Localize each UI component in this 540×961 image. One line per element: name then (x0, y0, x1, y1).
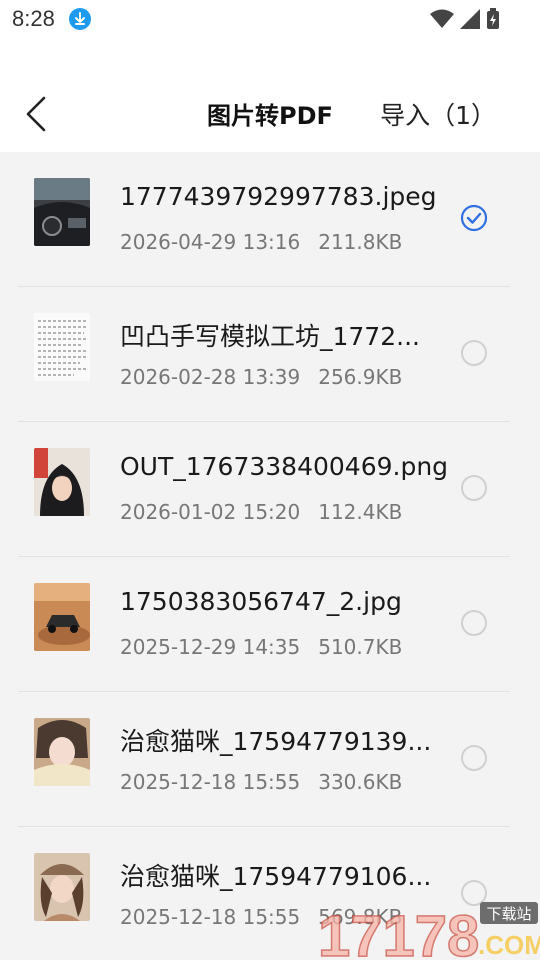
file-name: 1750383056747_2.jpg (120, 587, 402, 616)
wifi-icon (430, 9, 454, 28)
file-row[interactable]: OUT_1767338400469.png 2026-01-02 15:20 11… (18, 422, 510, 557)
checked-circle-icon[interactable] (460, 204, 488, 232)
header: 图片转PDF 导入（1） (0, 40, 540, 152)
file-date: 2026-04-29 13:16 (120, 230, 301, 254)
unchecked-circle-icon[interactable] (460, 474, 488, 502)
file-row[interactable]: 治愈猫咪_17594779139... 2025-12-18 15:55 330.… (18, 692, 510, 827)
watermark-number: 17178 (318, 904, 479, 960)
page-title-text: 图片转PDF (207, 102, 333, 130)
file-meta: 2025-12-29 14:35 510.7KB (120, 635, 402, 659)
unchecked-circle-icon[interactable] (460, 339, 488, 367)
file-row[interactable]: 凹凸手写模拟工坊_1772... 2026-02-28 13:39 256.9KB (18, 287, 510, 422)
file-size: 510.7KB (318, 635, 403, 659)
file-thumbnail (34, 718, 90, 786)
file-name: 治愈猫咪_17594779106... (120, 862, 432, 891)
car-interior-image (34, 178, 90, 246)
file-date: 2026-01-02 15:20 (120, 500, 301, 524)
offroad-car-image (34, 583, 90, 651)
portrait-scarf-image (34, 718, 90, 786)
file-date: 2025-12-29 14:35 (120, 635, 301, 659)
file-size: 211.8KB (318, 230, 403, 254)
cellular-signal-icon (460, 9, 480, 29)
file-thumbnail (34, 313, 90, 381)
status-time: 8:28 (12, 6, 55, 31)
import-button[interactable]: 导入（1） (380, 96, 496, 132)
portrait-hood-image (34, 448, 90, 516)
download-notification-icon (69, 8, 91, 30)
file-meta: 2025-12-18 15:55 330.6KB (120, 770, 402, 794)
watermark-badge: 下载站 (486, 905, 531, 923)
file-thumbnail (34, 853, 90, 921)
status-icons (430, 8, 500, 30)
file-row[interactable]: 1750383056747_2.jpg 2025-12-29 14:35 510.… (18, 557, 510, 692)
file-row[interactable]: 1777439792997783.jpeg 2026-04-29 13:16 21… (18, 152, 510, 287)
battery-icon (487, 8, 499, 29)
file-name: 1777439792997783.jpeg (120, 182, 437, 211)
unchecked-circle-icon[interactable] (460, 609, 488, 637)
file-thumbnail (34, 178, 90, 246)
file-date: 2025-12-18 15:55 (120, 770, 301, 794)
file-size: 256.9KB (318, 365, 403, 389)
file-name: 凹凸手写模拟工坊_1772... (120, 322, 420, 351)
watermark-suffix: .COM (478, 930, 540, 960)
file-name: OUT_1767338400469.png (120, 452, 449, 481)
file-size: 112.4KB (318, 500, 403, 524)
file-meta: 2026-04-29 13:16 211.8KB (120, 230, 402, 254)
site-watermark-logo: 17178 下载站 .COM (318, 902, 540, 960)
file-size: 330.6KB (318, 770, 403, 794)
unchecked-circle-icon[interactable] (460, 744, 488, 772)
file-meta: 2026-02-28 13:39 256.9KB (120, 365, 402, 389)
status-bar: 8:28 (0, 0, 540, 40)
file-list: 1777439792997783.jpeg 2026-04-29 13:16 21… (0, 152, 540, 960)
file-meta: 2026-01-02 15:20 112.4KB (120, 500, 402, 524)
file-name: 治愈猫咪_17594779139... (120, 727, 432, 756)
file-thumbnail (34, 583, 90, 651)
file-date: 2025-12-18 15:55 (120, 905, 301, 929)
file-thumbnail (34, 448, 90, 516)
handwriting-page-image (34, 313, 90, 381)
file-date: 2026-02-28 13:39 (120, 365, 301, 389)
portrait-hat-image (34, 853, 90, 921)
